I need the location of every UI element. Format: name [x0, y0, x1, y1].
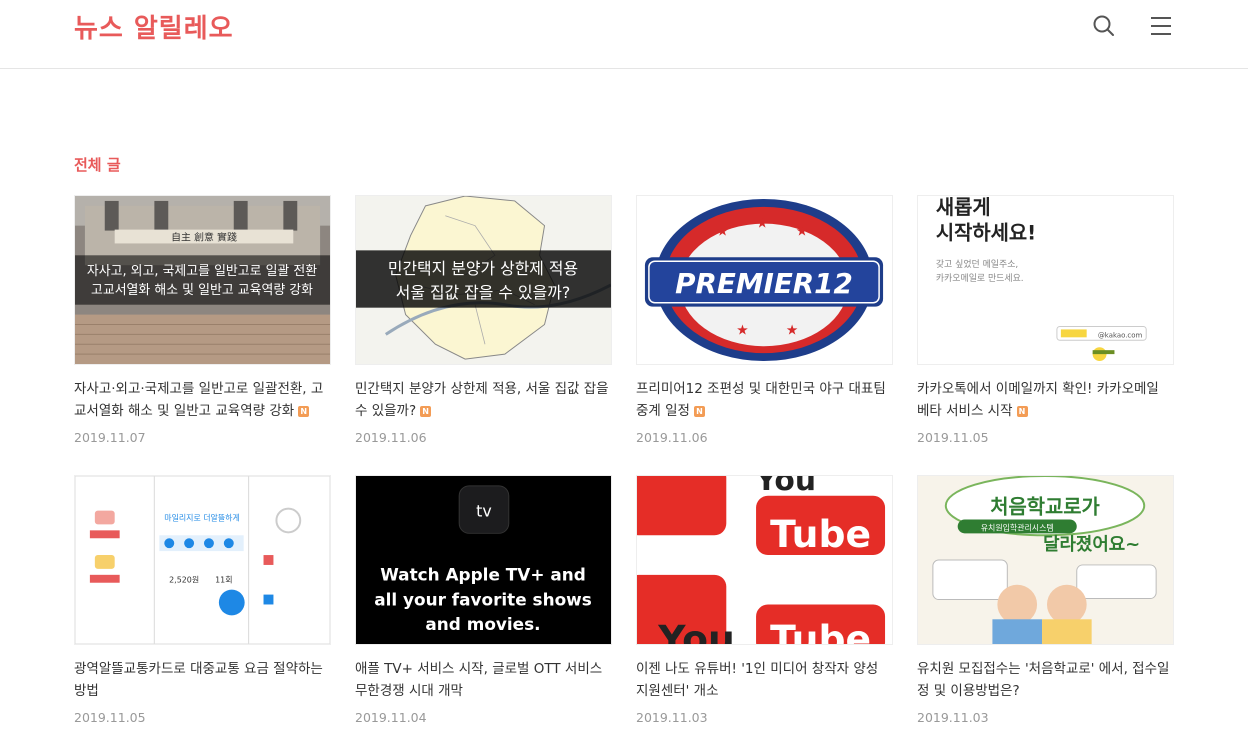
post-title[interactable]: 이젠 나도 유튜버! '1인 미디어 창작자 양성 지원센터' 개소	[636, 658, 893, 702]
post-card[interactable]: You Tube You Tube 이젠 나도 유튜버! '1인 미디어 창작자…	[636, 475, 893, 725]
svg-text:@kakao.com: @kakao.com	[1098, 331, 1143, 339]
post-title[interactable]: 유치원 모집접수는 '처음학교로' 에서, 접수일정 및 이용방법은?	[917, 658, 1174, 702]
svg-text:갖고 싶었던 메일주소,: 갖고 싶었던 메일주소,	[936, 258, 1018, 270]
post-card[interactable]: 마일리지로 더알뜰하게 2,520원 11회 광역알뜰교통카드로 대중교통 요금…	[74, 475, 331, 725]
post-title[interactable]: 광역알뜰교통카드로 대중교통 요금 절약하는 방법	[74, 658, 331, 702]
new-badge: N	[298, 406, 310, 417]
post-card[interactable]: 민간택지 분양가 상한제 적용 서울 집값 잡을 수 있을까? 민간택지 분양가…	[355, 195, 612, 445]
svg-text:and movies.: and movies.	[425, 614, 540, 634]
post-date: 2019.11.03	[636, 710, 708, 725]
post-card[interactable]: tv Watch Apple TV+ and all your favorite…	[355, 475, 612, 725]
svg-text:You: You	[657, 617, 735, 644]
post-date: 2019.11.07	[74, 430, 146, 445]
svg-text:민간택지 분양가 상한제 적용: 민간택지 분양가 상한제 적용	[388, 259, 578, 278]
section-title: 전체 글	[74, 156, 121, 174]
kindergarten-enrollment-image: 처음학교로가 유치원입학관리시스템 달라졌어요~	[918, 476, 1173, 644]
new-badge: N	[1016, 406, 1028, 417]
post-title[interactable]: 애플 TV+ 서비스 시작, 글로벌 OTT 서비스 무한경쟁 시대 개막	[355, 658, 612, 702]
svg-text:自主 創意 實踐: 自主 創意 實踐	[171, 230, 237, 243]
post-thumbnail[interactable]: 민간택지 분양가 상한제 적용 서울 집값 잡을 수 있을까?	[355, 195, 612, 365]
site-header: 뉴스 알릴레오	[0, 0, 1248, 69]
post-date: 2019.11.04	[355, 710, 427, 725]
apple-tv-promo-image: tv Watch Apple TV+ and all your favorite…	[356, 476, 611, 644]
post-thumbnail[interactable]: PREMIER12 ★ ★ ★ ★ ★	[636, 195, 893, 365]
post-date: 2019.11.05	[74, 710, 146, 725]
svg-text:새롭게: 새롭게	[936, 196, 991, 219]
post-thumbnail[interactable]: 새롭게 시작하세요! 갖고 싶었던 메일주소, 카카오메일로 만드세요. @ka…	[917, 195, 1174, 365]
svg-text:★: ★	[796, 224, 808, 240]
svg-text:11회: 11회	[215, 576, 232, 585]
svg-text:시작하세요!: 시작하세요!	[936, 222, 1036, 245]
svg-text:처음학교로가: 처음학교로가	[990, 496, 1100, 519]
youtube-logo-image: You Tube You Tube	[637, 476, 892, 644]
post-card[interactable]: 처음학교로가 유치원입학관리시스템 달라졌어요~ 유치원 모집접수는 '처음학교…	[917, 475, 1174, 725]
svg-text:★: ★	[736, 322, 748, 338]
new-badge: N	[693, 406, 705, 417]
post-title[interactable]: 민간택지 분양가 상한제 적용, 서울 집값 잡을 수 있을까? N	[355, 378, 612, 422]
svg-text:Watch Apple TV+ and: Watch Apple TV+ and	[380, 565, 586, 585]
post-date: 2019.11.06	[636, 430, 708, 445]
svg-text:PREMIER12: PREMIER12	[675, 267, 853, 300]
new-badge: N	[420, 406, 432, 417]
post-title[interactable]: 프리미어12 조편성 및 대한민국 야구 대표팀 중계 일정 N	[636, 378, 893, 422]
school-building-image: 自主 創意 實踐 자사고, 외고, 국제고를 일반고로 일괄 전환 고교서열화 …	[75, 196, 330, 364]
kakaomail-promo-image: 새롭게 시작하세요! 갖고 싶었던 메일주소, 카카오메일로 만드세요. @ka…	[918, 196, 1173, 364]
svg-text:★: ★	[716, 224, 728, 240]
svg-text:2,520원: 2,520원	[169, 576, 199, 585]
svg-text:Tube: Tube	[770, 617, 871, 644]
svg-text:서울 집값 잡을 수 있을까?: 서울 집값 잡을 수 있을까?	[396, 283, 571, 302]
site-logo[interactable]: 뉴스 알릴레오	[74, 8, 234, 45]
post-date: 2019.11.05	[917, 430, 989, 445]
post-thumbnail[interactable]: 自主 創意 實踐 자사고, 외고, 국제고를 일반고로 일괄 전환 고교서열화 …	[74, 195, 331, 365]
svg-text:Tube: Tube	[770, 512, 871, 556]
search-icon	[1093, 15, 1114, 36]
svg-text:고교서열화 해소 및 일반고 교육역량 강화: 고교서열화 해소 및 일반고 교육역량 강화	[91, 283, 313, 298]
svg-text:유치원입학관리시스템: 유치원입학관리시스템	[981, 522, 1054, 532]
svg-text:자사고, 외고, 국제고를 일반고로 일괄 전환: 자사고, 외고, 국제고를 일반고로 일괄 전환	[87, 264, 317, 279]
search-button[interactable]	[1090, 12, 1118, 40]
post-title[interactable]: 카카오톡에서 이메일까지 확인! 카카오메일 베타 서비스 시작 N	[917, 378, 1174, 422]
menu-button[interactable]	[1148, 14, 1174, 38]
svg-text:You: You	[755, 476, 816, 498]
post-card[interactable]: PREMIER12 ★ ★ ★ ★ ★ 프리미어12 조편성 및 대한민국 야구…	[636, 195, 893, 445]
svg-text:tv: tv	[476, 502, 492, 521]
post-thumbnail[interactable]: tv Watch Apple TV+ and all your favorite…	[355, 475, 612, 645]
post-card[interactable]: 自主 創意 實踐 자사고, 외고, 국제고를 일반고로 일괄 전환 고교서열화 …	[74, 195, 331, 445]
post-thumbnail[interactable]: 마일리지로 더알뜰하게 2,520원 11회	[74, 475, 331, 645]
post-title[interactable]: 자사고·외고·국제고를 일반고로 일괄전환, 고교서열화 해소 및 일반고 교육…	[74, 378, 331, 422]
post-thumbnail[interactable]: You Tube You Tube	[636, 475, 893, 645]
transit-card-app-image: 마일리지로 더알뜰하게 2,520원 11회	[75, 476, 330, 644]
svg-text:★: ★	[756, 216, 768, 232]
svg-text:★: ★	[786, 322, 798, 338]
svg-text:카카오메일로 만드세요.: 카카오메일로 만드세요.	[936, 273, 1024, 284]
post-date: 2019.11.03	[917, 710, 989, 725]
post-grid: 自主 創意 實踐 자사고, 외고, 국제고를 일반고로 일괄 전환 고교서열화 …	[74, 195, 1174, 725]
post-thumbnail[interactable]: 처음학교로가 유치원입학관리시스템 달라졌어요~	[917, 475, 1174, 645]
premier12-logo-image: PREMIER12 ★ ★ ★ ★ ★	[637, 196, 892, 364]
svg-text:달라졌어요~: 달라졌어요~	[1043, 534, 1140, 555]
svg-text:all your favorite shows: all your favorite shows	[374, 589, 592, 609]
post-card[interactable]: 새롭게 시작하세요! 갖고 싶었던 메일주소, 카카오메일로 만드세요. @ka…	[917, 195, 1174, 445]
hamburger-icon	[1151, 17, 1171, 35]
svg-text:마일리지로 더알뜰하게: 마일리지로 더알뜰하게	[164, 512, 239, 522]
post-date: 2019.11.06	[355, 430, 427, 445]
seoul-map-image: 민간택지 분양가 상한제 적용 서울 집값 잡을 수 있을까?	[356, 196, 611, 364]
